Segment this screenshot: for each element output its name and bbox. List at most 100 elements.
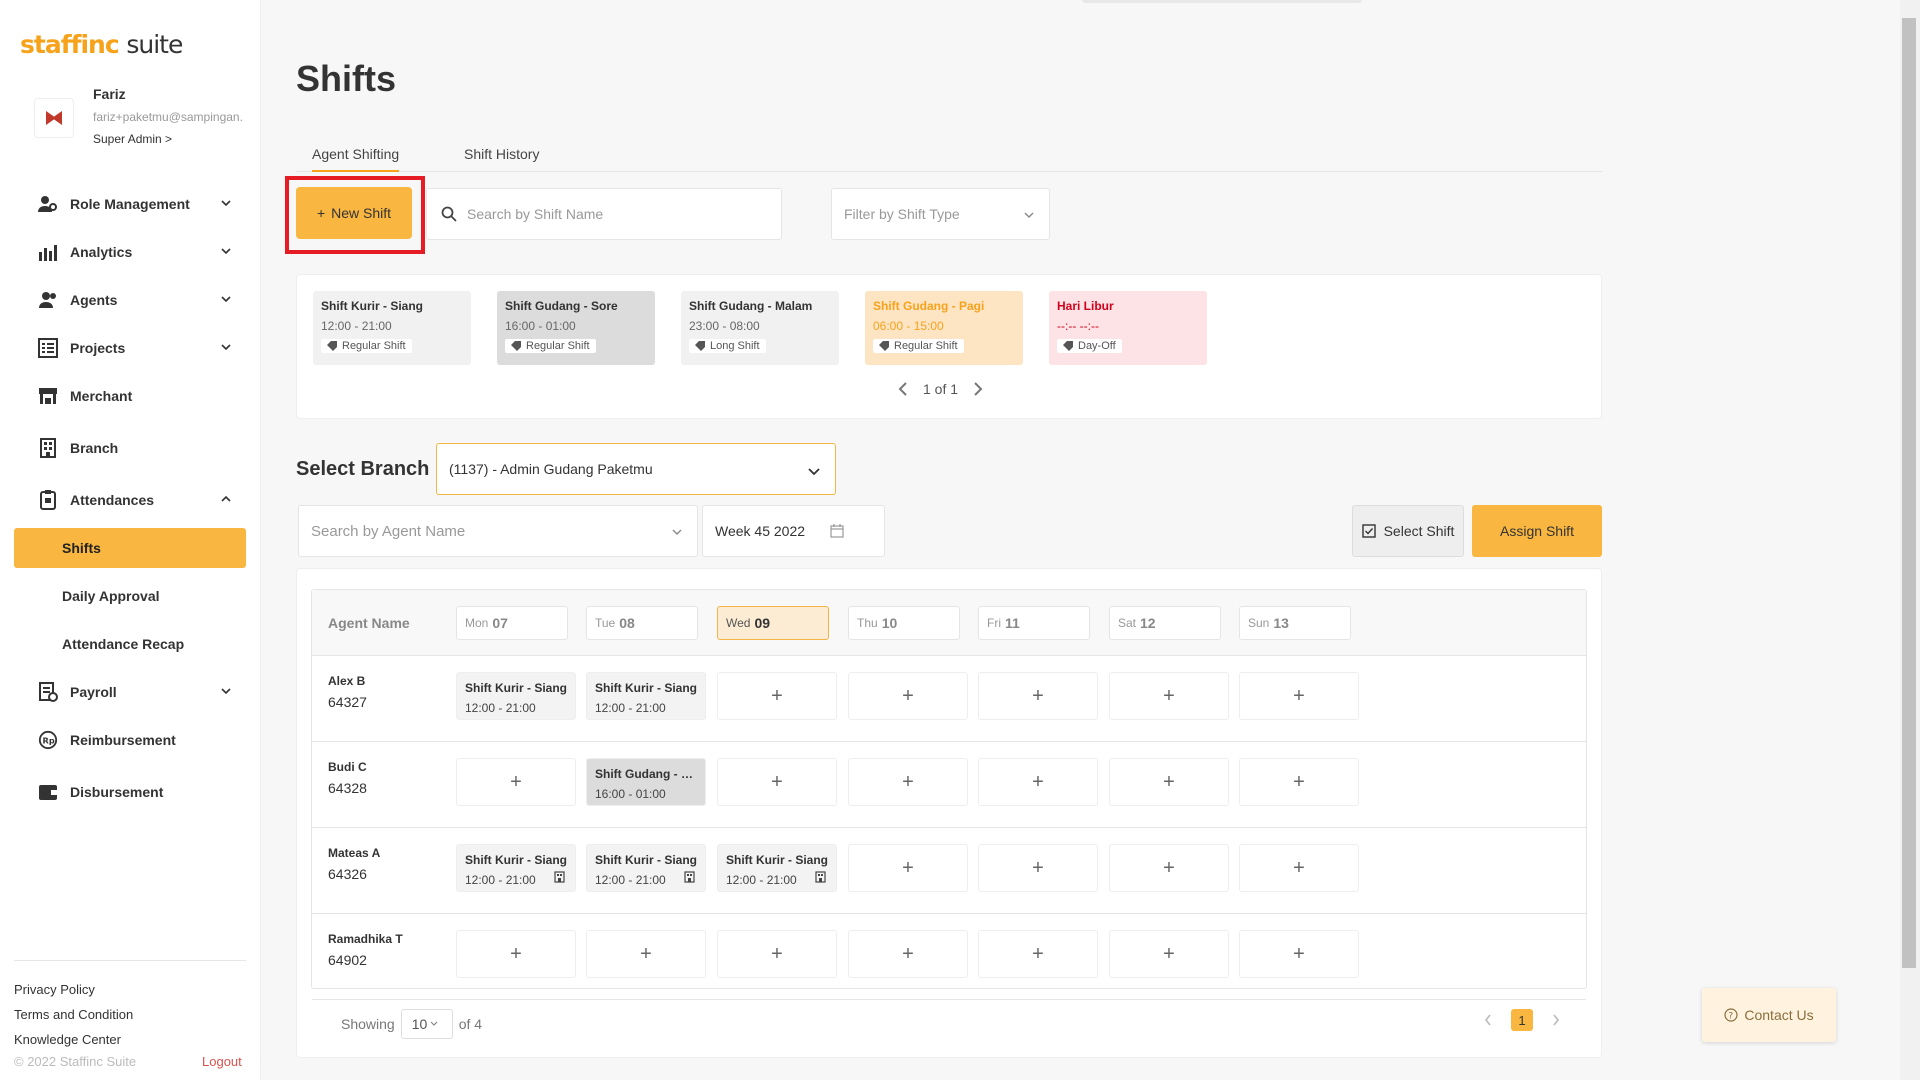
agent-id: 64902 bbox=[328, 952, 367, 968]
plus-icon: + bbox=[902, 770, 914, 793]
day-of-week: Thu bbox=[857, 616, 878, 630]
sidebar-item-projects[interactable]: Projects bbox=[14, 324, 246, 372]
day-of-week: Sun bbox=[1248, 616, 1270, 630]
add-shift-cell[interactable]: + bbox=[978, 930, 1098, 978]
add-shift-cell[interactable]: + bbox=[848, 672, 968, 720]
assigned-shift-time: 12:00 - 21:00 bbox=[465, 701, 536, 715]
sidebar-item-attendances[interactable]: Attendances bbox=[14, 476, 246, 524]
scrollbar-thumb[interactable] bbox=[1902, 18, 1916, 968]
add-shift-cell[interactable]: + bbox=[1239, 844, 1359, 892]
add-shift-cell[interactable]: + bbox=[717, 758, 837, 806]
plus-icon: + bbox=[1163, 770, 1175, 793]
day-of-week: Fri bbox=[987, 616, 1001, 630]
sidebar-item-payroll[interactable]: Payroll bbox=[14, 668, 246, 716]
day-number: 13 bbox=[1273, 615, 1289, 631]
add-shift-cell[interactable]: + bbox=[978, 844, 1098, 892]
add-shift-cell[interactable]: + bbox=[586, 930, 706, 978]
shift-card[interactable]: Shift Gudang - Sore 16:00 - 01:00 Regula… bbox=[497, 291, 655, 365]
knowledge-center-link[interactable]: Knowledge Center bbox=[14, 1027, 246, 1052]
day-number: 12 bbox=[1140, 615, 1156, 631]
sidebar-subitem-shifts[interactable]: Shifts bbox=[14, 528, 246, 568]
add-shift-cell[interactable]: + bbox=[848, 844, 968, 892]
add-shift-cell[interactable]: + bbox=[1109, 930, 1229, 978]
select-shift-button[interactable]: Select Shift bbox=[1352, 505, 1464, 557]
assigned-shift-cell[interactable]: Shift Kurir - Siang 12:00 - 21:00 bbox=[456, 672, 576, 720]
chevron-down-icon bbox=[1024, 212, 1034, 218]
add-shift-cell[interactable]: + bbox=[717, 930, 837, 978]
table-row: Ramadhika T 64902 + + + + + + + bbox=[312, 914, 1586, 1000]
week-picker[interactable]: Week 45 2022 bbox=[702, 505, 885, 557]
add-shift-cell[interactable]: + bbox=[978, 672, 1098, 720]
add-shift-cell[interactable]: + bbox=[1239, 758, 1359, 806]
branch-select-value: (1137) - Admin Gudang Paketmu bbox=[449, 461, 653, 477]
tag-icon bbox=[695, 341, 705, 351]
add-shift-cell[interactable]: + bbox=[848, 758, 968, 806]
assigned-shift-cell[interactable]: Shift Kurir - Siang 12:00 - 21:00 bbox=[586, 844, 706, 892]
shift-card[interactable]: Shift Kurir - Siang 12:00 - 21:00 Regula… bbox=[313, 291, 471, 365]
add-shift-cell[interactable]: + bbox=[717, 672, 837, 720]
page-title: Shifts bbox=[296, 58, 397, 99]
assigned-shift-cell[interactable]: Shift Gudang - So... 16:00 - 01:00 bbox=[586, 758, 706, 806]
add-shift-cell[interactable]: + bbox=[1109, 672, 1229, 720]
add-shift-cell[interactable]: + bbox=[456, 758, 576, 806]
sidebar-item-agents[interactable]: Agents bbox=[14, 276, 246, 324]
branch-select[interactable]: (1137) - Admin Gudang Paketmu bbox=[436, 443, 836, 495]
assigned-shift-name: Shift Kurir - Siang bbox=[465, 853, 567, 867]
add-shift-cell[interactable]: + bbox=[1239, 672, 1359, 720]
assign-shift-button[interactable]: Assign Shift bbox=[1472, 505, 1602, 557]
sidebar-item-reimbursement[interactable]: Rp Reimbursement bbox=[14, 716, 246, 764]
plus-icon: + bbox=[1163, 942, 1175, 965]
shift-card-name: Shift Gudang - Pagi bbox=[873, 299, 985, 313]
app-logo[interactable]: staffinc suite bbox=[20, 30, 183, 59]
user-profile[interactable]: Fariz fariz+paketmu@sampingan. Super Adm… bbox=[34, 86, 254, 156]
sidebar-item-merchant[interactable]: Merchant bbox=[14, 372, 246, 420]
day-of-week: Mon bbox=[465, 616, 489, 630]
user-name: Fariz bbox=[93, 86, 126, 102]
user-role-link[interactable]: Super Admin > bbox=[93, 132, 172, 146]
sidebar-item-role-management[interactable]: Role Management bbox=[14, 180, 246, 228]
agent-search-select[interactable]: Search by Agent Name bbox=[298, 505, 698, 557]
chevron-left-icon[interactable] bbox=[897, 381, 909, 397]
assigned-shift-cell[interactable]: Shift Kurir - Siang 12:00 - 21:00 bbox=[456, 844, 576, 892]
chevron-down-icon bbox=[808, 468, 820, 476]
add-shift-cell[interactable]: + bbox=[456, 930, 576, 978]
page-scrollbar[interactable] bbox=[1900, 0, 1920, 1080]
shift-card[interactable]: Hari Libur --:-- --:-- Day-Off bbox=[1049, 291, 1207, 365]
chevron-left-icon[interactable] bbox=[1483, 1013, 1493, 1027]
sidebar-subitem-attendance-recap[interactable]: Attendance Recap bbox=[14, 620, 246, 668]
shift-card[interactable]: Shift Gudang - Pagi 06:00 - 15:00 Regula… bbox=[865, 291, 1023, 365]
add-shift-cell[interactable]: + bbox=[848, 930, 968, 978]
chevron-right-icon[interactable] bbox=[972, 381, 984, 397]
sidebar-item-branch[interactable]: Branch bbox=[14, 420, 246, 476]
shift-type-panel: Shift Kurir - Siang 12:00 - 21:00 Regula… bbox=[296, 274, 1602, 419]
tab-shift-history[interactable]: Shift History bbox=[464, 146, 539, 170]
terms-link[interactable]: Terms and Condition bbox=[14, 1002, 246, 1027]
shift-card[interactable]: Shift Gudang - Malam 23:00 - 08:00 Long … bbox=[681, 291, 839, 365]
assigned-shift-name: Shift Kurir - Siang bbox=[726, 853, 828, 867]
page-number-active[interactable]: 1 bbox=[1511, 1009, 1533, 1031]
sidebar-subitem-daily-approval[interactable]: Daily Approval bbox=[14, 572, 246, 620]
logout-link[interactable]: Logout bbox=[202, 1054, 242, 1069]
plus-icon: + bbox=[902, 942, 914, 965]
assigned-shift-cell[interactable]: Shift Kurir - Siang 12:00 - 21:00 bbox=[586, 672, 706, 720]
chevron-right-icon[interactable] bbox=[1551, 1013, 1561, 1027]
add-shift-cell[interactable]: + bbox=[1109, 844, 1229, 892]
sidebar-item-analytics[interactable]: Analytics bbox=[14, 228, 246, 276]
contact-us-button[interactable]: ? Contact Us bbox=[1702, 988, 1836, 1042]
sidebar-item-label: Payroll bbox=[70, 684, 117, 700]
privacy-policy-link[interactable]: Privacy Policy bbox=[14, 977, 246, 1002]
plus-icon: + bbox=[316, 205, 326, 221]
shift-card-name: Hari Libur bbox=[1057, 299, 1114, 313]
per-page-select[interactable]: 10 bbox=[400, 1009, 453, 1039]
add-shift-cell[interactable]: + bbox=[1109, 758, 1229, 806]
new-shift-button[interactable]: + New Shift bbox=[296, 187, 412, 239]
day-header-sat: Sat 12 bbox=[1109, 606, 1221, 640]
tab-agent-shifting[interactable]: Agent Shifting bbox=[312, 146, 400, 172]
shift-search-input[interactable]: Search by Shift Name bbox=[426, 188, 782, 240]
shift-type-filter[interactable]: Filter by Shift Type bbox=[831, 188, 1050, 240]
shift-card-tag: Day-Off bbox=[1057, 339, 1122, 353]
assigned-shift-cell[interactable]: Shift Kurir - Siang 12:00 - 21:00 bbox=[717, 844, 837, 892]
add-shift-cell[interactable]: + bbox=[1239, 930, 1359, 978]
sidebar-item-disbursement[interactable]: Disbursement bbox=[14, 764, 246, 820]
add-shift-cell[interactable]: + bbox=[978, 758, 1098, 806]
